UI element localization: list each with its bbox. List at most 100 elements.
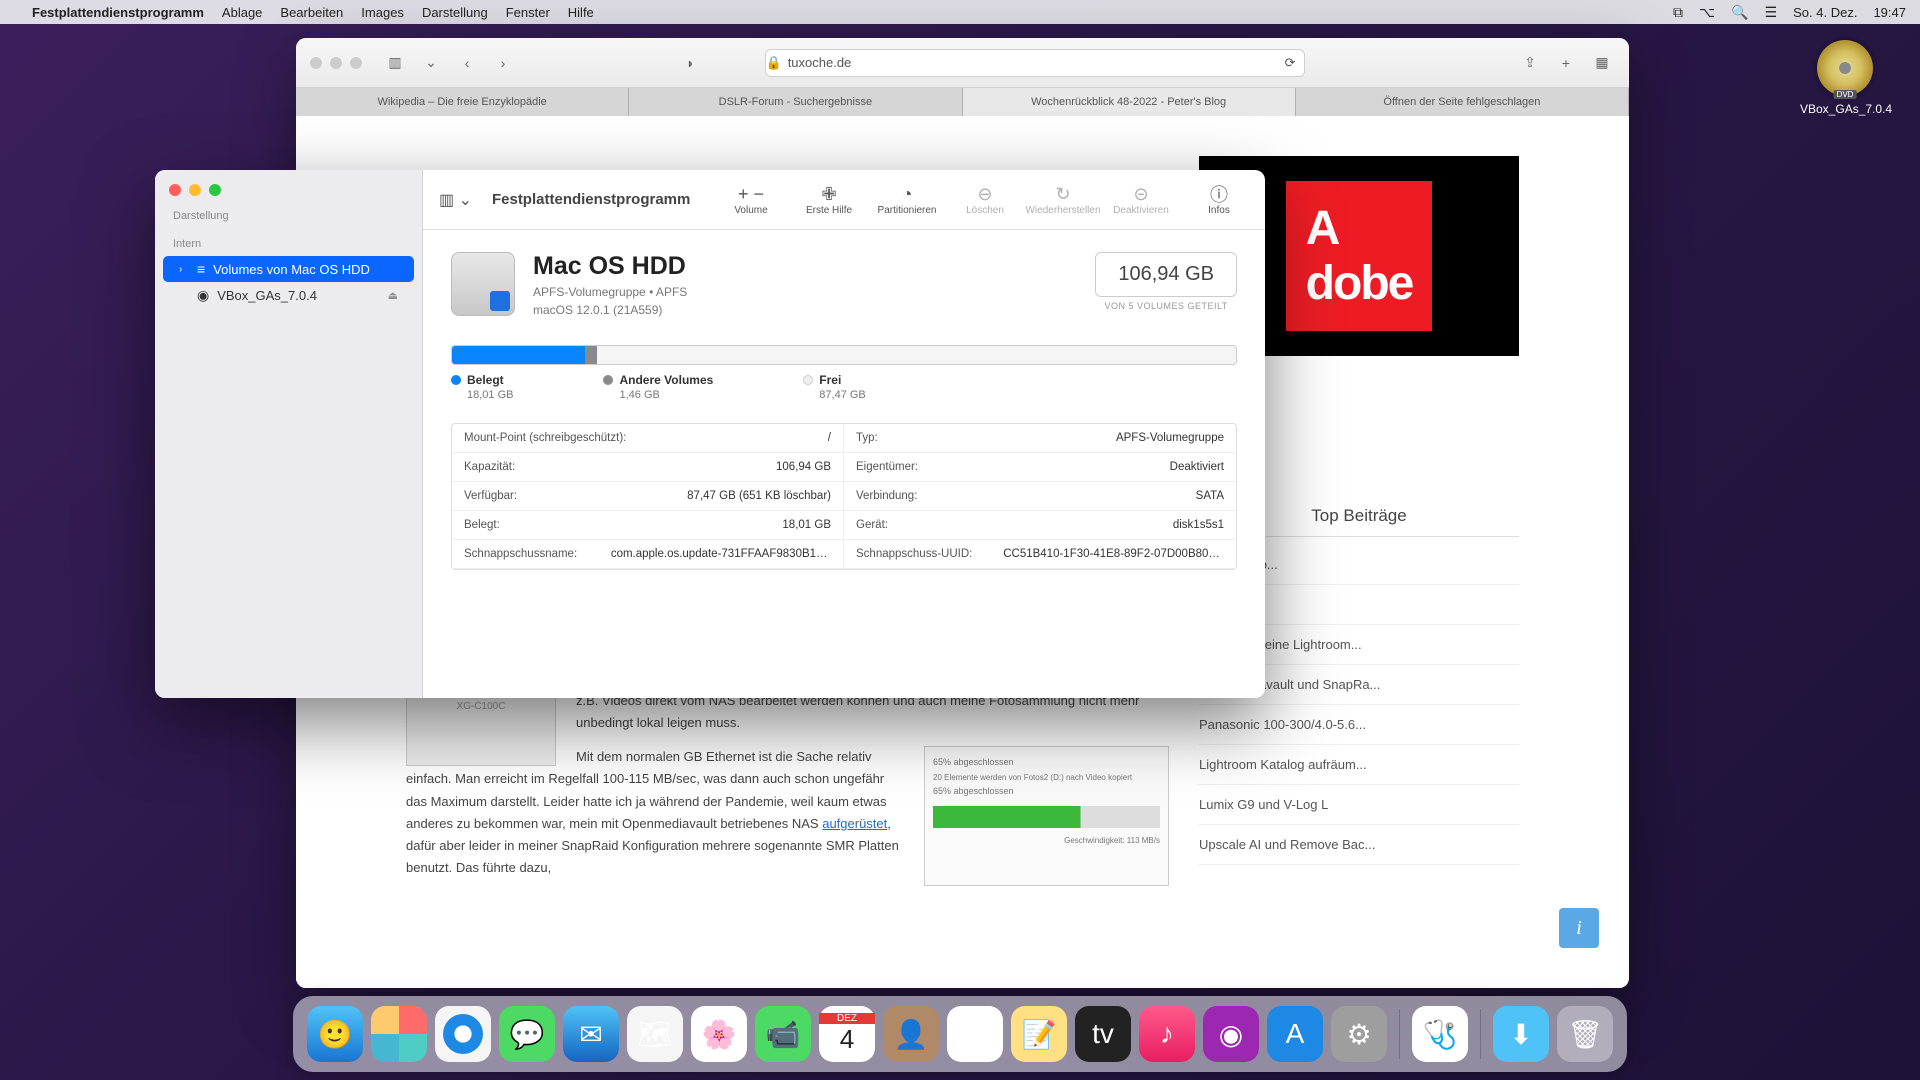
du-sidebar: Darstellung Intern › ≡ Volumes von Mac O… — [155, 170, 423, 698]
dvd-disc-icon: DVD — [1817, 40, 1873, 96]
dock-facetime[interactable]: 📹 — [755, 1006, 811, 1062]
menubar-app-name[interactable]: Festplattendienstprogramm — [32, 5, 204, 20]
menu-ablage[interactable]: Ablage — [222, 5, 262, 20]
safari-tab-bar: Wikipedia – Die freie Enzyklopädie DSLR-… — [296, 88, 1629, 116]
dock-tv[interactable]: tv — [1075, 1006, 1131, 1062]
eject-icon[interactable]: ⏏ — [388, 289, 398, 302]
du-toolbar: ▥ ⌄ Festplattendienstprogramm + −Volume … — [423, 170, 1265, 230]
menubar: Festplattendienstprogramm Ablage Bearbei… — [0, 0, 1920, 24]
close-icon[interactable] — [169, 184, 181, 196]
dock-settings[interactable]: ⚙ — [1331, 1006, 1387, 1062]
dock-downloads[interactable]: ⬇ — [1493, 1006, 1549, 1062]
dock-launchpad[interactable] — [371, 1006, 427, 1062]
dock-separator — [1399, 1009, 1400, 1059]
forward-icon[interactable]: › — [490, 52, 516, 74]
info-fab-button[interactable]: i — [1559, 908, 1599, 948]
sidebar-item-label: VBox_GAs_7.0.4 — [217, 288, 317, 303]
menu-bearbeiten[interactable]: Bearbeiten — [280, 5, 343, 20]
menu-darstellung[interactable]: Darstellung — [422, 5, 488, 20]
chevron-right-icon[interactable]: › — [179, 264, 189, 275]
desktop-dvd-label: VBox_GAs_7.0.4 — [1800, 102, 1890, 116]
sidebar-section-intern: Intern — [155, 232, 422, 256]
desktop-dvd-icon[interactable]: DVD VBox_GAs_7.0.4 — [1800, 40, 1890, 116]
du-main: ▥ ⌄ Festplattendienstprogramm + −Volume … — [423, 170, 1265, 698]
new-tab-icon[interactable]: + — [1553, 52, 1579, 74]
sidebar-item-label: Volumes von Mac OS HDD — [213, 262, 370, 277]
erase-icon: ⊖ — [977, 183, 992, 205]
aside-item[interactable]: Panasonic 100-300/4.0-5.6... — [1199, 705, 1519, 745]
dock-photos[interactable]: 🌸 — [691, 1006, 747, 1062]
aside-item[interactable]: Lumix G9 und V-Log L — [1199, 785, 1519, 825]
reload-icon[interactable]: ⟳ — [1285, 55, 1296, 71]
sidebar-item-mac-os-hdd[interactable]: › ≡ Volumes von Mac OS HDD — [163, 256, 414, 282]
tab-wikipedia[interactable]: Wikipedia – Die freie Enzyklopädie — [296, 88, 629, 116]
screen-mirror-icon[interactable]: ⧉ — [1673, 4, 1683, 21]
dock-disk-utility[interactable]: 🩺 — [1412, 1006, 1468, 1062]
link-aufgeruestet[interactable]: aufgerüstet — [822, 816, 887, 831]
tab-error[interactable]: Öffnen der Seite fehlgeschlagen — [1296, 88, 1629, 116]
zoom-icon[interactable] — [209, 184, 221, 196]
action-infos[interactable]: ⓘInfos — [1189, 183, 1249, 216]
menubar-date[interactable]: So. 4. Dez. — [1793, 5, 1857, 20]
menu-fenster[interactable]: Fenster — [506, 5, 550, 20]
volume-subtitle: APFS-Volumegruppe • APFS — [533, 285, 687, 299]
action-deaktivieren: ⊝Deaktivieren — [1111, 183, 1171, 216]
dock-appstore[interactable]: A — [1267, 1006, 1323, 1062]
action-erste-hilfe[interactable]: ✙Erste Hilfe — [799, 183, 859, 216]
volume-shared-label: VON 5 VOLUMES GETEILT — [1095, 301, 1237, 311]
tab-dslr-forum[interactable]: DSLR-Forum - Suchergebnisse — [629, 88, 962, 116]
shield-icon[interactable]: ◑ — [676, 52, 702, 74]
dock: 🙂 💬 ✉ 🗺 🌸 📹 DEZ4 👤 ☑ 📝 tv ♪ ◉ A ⚙ 🩺 ⬇ 🗑 — [293, 996, 1627, 1072]
disk-icon — [451, 252, 515, 316]
dock-calendar[interactable]: DEZ4 — [819, 1006, 875, 1062]
address-bar[interactable]: 🔒 tuxoche.de ⟳ — [765, 49, 1305, 77]
restore-icon: ↻ — [1055, 183, 1070, 205]
dock-maps[interactable]: 🗺 — [627, 1006, 683, 1062]
menu-images[interactable]: Images — [361, 5, 404, 20]
unmount-icon: ⊝ — [1133, 183, 1148, 205]
dock-finder[interactable]: 🙂 — [307, 1006, 363, 1062]
dock-mail[interactable]: ✉ — [563, 1006, 619, 1062]
safari-toolbar: ▥ ⌄ ‹ › ◑ 🔒 tuxoche.de ⟳ ⇪ + ▦ — [296, 38, 1629, 88]
menu-hilfe[interactable]: Hilfe — [568, 5, 594, 20]
info-icon: ⓘ — [1210, 183, 1228, 205]
input-source-icon[interactable]: ⌥ — [1699, 4, 1715, 21]
dock-music[interactable]: ♪ — [1139, 1006, 1195, 1062]
dock-podcasts[interactable]: ◉ — [1203, 1006, 1259, 1062]
volume-stack-icon: ≡ — [197, 261, 205, 277]
safari-traffic-lights[interactable] — [310, 57, 362, 69]
dropdown-chevron-icon[interactable]: ⌄ — [418, 52, 444, 74]
sidebar-item-vbox[interactable]: ◉ VBox_GAs_7.0.4 ⏏ — [163, 282, 414, 309]
usage-legend: Belegt18,01 GB Andere Volumes1,46 GB Fre… — [451, 373, 1237, 401]
sidebar-view-label: Darstellung — [155, 204, 422, 228]
spotlight-icon[interactable]: 🔍 — [1731, 4, 1748, 21]
tab-wochenrueckblick[interactable]: Wochenrückblick 48-2022 - Peter's Blog — [963, 88, 1296, 116]
action-partitionieren[interactable]: ◔Partitionieren — [877, 183, 937, 216]
usage-segment-belegt — [452, 346, 585, 364]
action-wiederherstellen: ↻Wiederherstellen — [1033, 183, 1093, 216]
minimize-icon[interactable] — [189, 184, 201, 196]
action-loeschen: ⊖Löschen — [955, 183, 1015, 216]
sidebar-toggle-icon[interactable]: ▥ — [382, 52, 408, 74]
action-volume[interactable]: + −Volume — [721, 183, 781, 216]
volume-total-size: 106,94 GB — [1095, 252, 1237, 297]
address-text: tuxoche.de — [788, 55, 852, 70]
dock-messages[interactable]: 💬 — [499, 1006, 555, 1062]
du-traffic-lights[interactable] — [155, 170, 412, 204]
control-center-icon[interactable]: ☰ — [1765, 4, 1778, 21]
volume-os-version: macOS 12.0.1 (21A559) — [533, 303, 687, 317]
dock-safari[interactable] — [435, 1006, 491, 1062]
dock-contacts[interactable]: 👤 — [883, 1006, 939, 1062]
aside-item[interactable]: Upscale AI und Remove Bac... — [1199, 825, 1519, 865]
tabs-overview-icon[interactable]: ▦ — [1589, 52, 1615, 74]
dock-trash[interactable]: 🗑 — [1557, 1006, 1613, 1062]
dock-reminders[interactable]: ☑ — [947, 1006, 1003, 1062]
dock-notes[interactable]: 📝 — [1011, 1006, 1067, 1062]
aside-item[interactable]: Lightroom Katalog aufräum... — [1199, 745, 1519, 785]
share-icon[interactable]: ⇪ — [1517, 52, 1543, 74]
back-icon[interactable]: ‹ — [454, 52, 480, 74]
dock-separator — [1480, 1009, 1481, 1059]
view-options-icon[interactable]: ▥ ⌄ — [439, 190, 472, 210]
menubar-time[interactable]: 19:47 — [1873, 5, 1906, 20]
adobe-logo-text: A — [1306, 202, 1339, 255]
